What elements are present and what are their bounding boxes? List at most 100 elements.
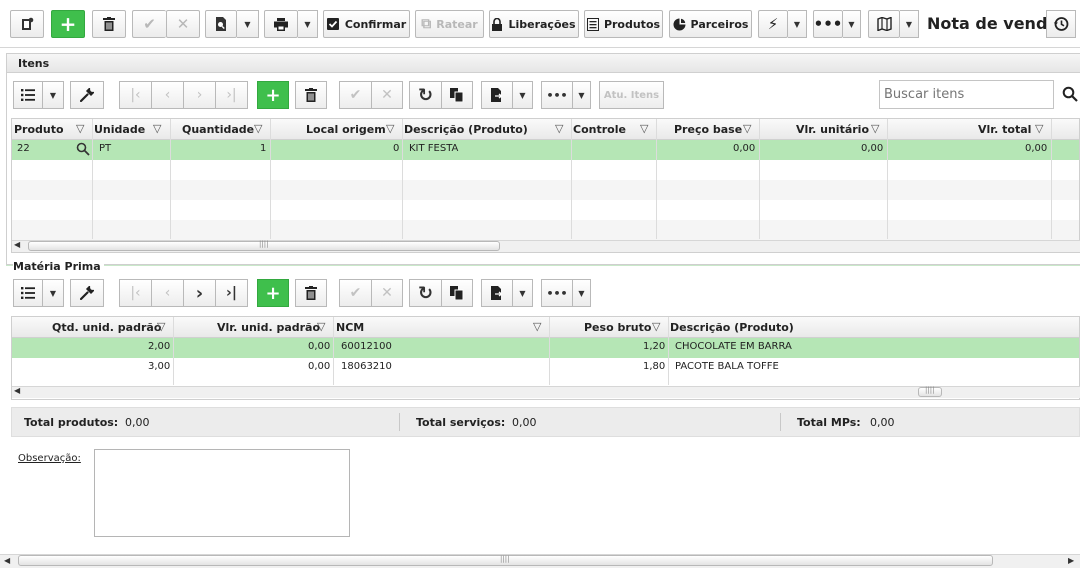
materia-add-button[interactable]: +	[257, 279, 289, 307]
materia-delete-button[interactable]	[295, 279, 327, 307]
itens-delete-button[interactable]	[295, 81, 327, 109]
liberacoes-button[interactable]: Liberações	[489, 10, 579, 38]
filter-icon[interactable]: ▽	[871, 122, 879, 135]
materia-more-button[interactable]: •••	[541, 279, 573, 307]
scroll-left-icon[interactable]: ◀	[4, 556, 10, 565]
col-header-vlr-total[interactable]: Vlr. total	[978, 123, 1031, 136]
map-button[interactable]	[868, 10, 900, 38]
filter-icon[interactable]: ▽	[652, 320, 660, 333]
materia-export-dropdown[interactable]: ▼	[513, 279, 533, 307]
map-dropdown-button[interactable]: ▼	[900, 10, 919, 38]
col-header-preco-base[interactable]: Preço base	[674, 123, 742, 136]
materia-save-button[interactable]: ✔	[339, 279, 371, 307]
col-header-quantidade[interactable]: Quantidade	[182, 123, 254, 136]
col-header-local-origem[interactable]: Local origem	[306, 123, 386, 136]
observacao-textarea[interactable]	[94, 449, 350, 537]
itens-copy-button[interactable]	[441, 81, 473, 109]
confirmar-button[interactable]: Confirmar	[323, 10, 410, 38]
search-icon[interactable]	[1062, 86, 1078, 102]
cell-unidade[interactable]: PT	[99, 143, 111, 154]
print-dropdown-button[interactable]: ▼	[298, 10, 318, 38]
cell-local-origem[interactable]: 0	[393, 143, 399, 154]
itens-next-button[interactable]: ›	[183, 81, 215, 109]
col-header-produto[interactable]: Produto	[14, 123, 64, 136]
delete-button[interactable]	[92, 10, 126, 38]
itens-more-button[interactable]: •••	[541, 81, 573, 109]
itens-row-1[interactable]	[12, 140, 1079, 160]
filter-icon[interactable]: ▽	[76, 122, 84, 135]
scroll-left-icon[interactable]: ◀	[14, 386, 20, 395]
materia-first-button[interactable]: |‹	[119, 279, 151, 307]
cell-preco-base[interactable]: 0,00	[733, 143, 755, 154]
cell-vlr[interactable]: 0,00	[308, 361, 330, 372]
more-button[interactable]: •••	[813, 10, 843, 38]
materia-cancel-button[interactable]: ✕	[371, 279, 403, 307]
itens-first-button[interactable]: |‹	[119, 81, 151, 109]
actions-button[interactable]: ⚡	[758, 10, 788, 38]
itens-prev-button[interactable]: ‹	[151, 81, 183, 109]
cell-descricao[interactable]: KIT FESTA	[409, 143, 458, 154]
col-header-peso-bruto[interactable]: Peso bruto	[584, 321, 651, 334]
filter-icon[interactable]: ▽	[555, 122, 563, 135]
parceiros-button[interactable]: Parceiros	[669, 10, 752, 38]
itens-config-button[interactable]	[70, 81, 104, 109]
filter-icon[interactable]: ▽	[743, 122, 751, 135]
col-header-controle[interactable]: Controle	[573, 123, 626, 136]
materia-prev-button[interactable]: ‹	[151, 279, 183, 307]
col-header-ncm[interactable]: NCM	[336, 321, 364, 334]
atu-itens-button[interactable]: Atu. Itens	[599, 81, 664, 109]
print-button[interactable]	[264, 10, 298, 38]
col-header-vlr-unitario[interactable]: Vlr. unitário	[796, 123, 869, 136]
materia-last-button[interactable]: ›|	[215, 279, 248, 307]
filter-icon[interactable]: ▽	[386, 122, 394, 135]
materia-next-button[interactable]: ›	[183, 279, 215, 307]
itens-view-dropdown[interactable]: ▼	[43, 81, 64, 109]
ratear-button[interactable]: ⧉ Ratear	[415, 10, 484, 38]
produtos-button[interactable]: Produtos	[584, 10, 663, 38]
cell-produto[interactable]: 22	[17, 143, 30, 154]
materia-view-button[interactable]	[13, 279, 43, 307]
scroll-right-icon[interactable]: ▶	[1068, 556, 1074, 565]
itens-refresh-button[interactable]: ↻	[409, 81, 441, 109]
cell-quantidade[interactable]: 1	[260, 143, 266, 154]
cell-qtd[interactable]: 3,00	[148, 361, 170, 372]
scroll-left-icon[interactable]: ◀	[14, 240, 20, 249]
cell-vlr[interactable]: 0,00	[308, 341, 330, 352]
col-header-vlr-unid[interactable]: Vlr. unid. padrão	[217, 321, 320, 334]
itens-more-dropdown[interactable]: ▼	[573, 81, 591, 109]
cell-peso[interactable]: 1,80	[643, 361, 665, 372]
filter-icon[interactable]: ▽	[533, 320, 541, 333]
materia-more-dropdown[interactable]: ▼	[573, 279, 591, 307]
search-icon[interactable]	[76, 142, 90, 156]
itens-cancel-button[interactable]: ✕	[371, 81, 403, 109]
cell-descricao-mp[interactable]: PACOTE BALA TOFFE	[675, 361, 779, 372]
filter-icon[interactable]: ▽	[1035, 122, 1043, 135]
preview-button[interactable]	[205, 10, 237, 38]
cell-peso[interactable]: 1,20	[643, 341, 665, 352]
filter-icon[interactable]: ▽	[640, 122, 648, 135]
col-header-descricao-mp[interactable]: Descrição (Produto)	[670, 321, 794, 334]
cell-descricao-mp[interactable]: CHOCOLATE EM BARRA	[675, 341, 792, 352]
materia-export-button[interactable]	[481, 279, 513, 307]
itens-last-button[interactable]: ›|	[215, 81, 248, 109]
preview-dropdown-button[interactable]: ▼	[237, 10, 259, 38]
materia-refresh-button[interactable]: ↻	[409, 279, 441, 307]
actions-dropdown-button[interactable]: ▼	[788, 10, 807, 38]
filter-icon[interactable]: ▽	[254, 122, 262, 135]
cell-vlr-unitario[interactable]: 0,00	[861, 143, 883, 154]
cell-vlr-total[interactable]: 0,00	[1025, 143, 1047, 154]
new-document-button[interactable]	[10, 10, 44, 38]
filter-icon[interactable]: ▽	[317, 320, 325, 333]
search-itens-input[interactable]	[879, 80, 1054, 109]
confirm-check-button[interactable]: ✔	[132, 10, 166, 38]
itens-save-button[interactable]: ✔	[339, 81, 371, 109]
itens-view-button[interactable]	[13, 81, 43, 109]
cancel-x-button[interactable]: ✕	[166, 10, 200, 38]
itens-add-button[interactable]: +	[257, 81, 289, 109]
itens-export-button[interactable]	[481, 81, 513, 109]
history-button[interactable]	[1046, 10, 1076, 38]
cell-qtd[interactable]: 2,00	[148, 341, 170, 352]
cell-ncm[interactable]: 60012100	[341, 341, 392, 352]
materia-copy-button[interactable]	[441, 279, 473, 307]
itens-export-dropdown[interactable]: ▼	[513, 81, 533, 109]
